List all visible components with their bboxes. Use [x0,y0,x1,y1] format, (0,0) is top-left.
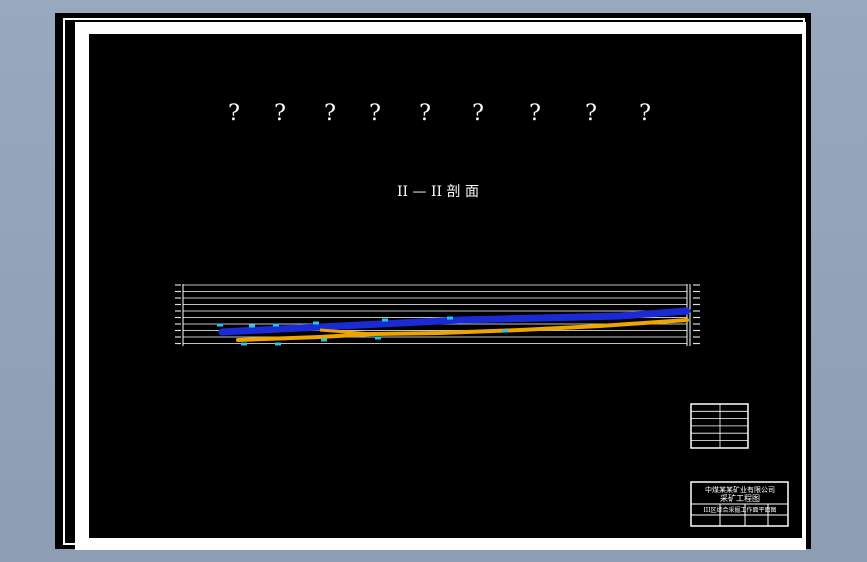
section-title: II — II 剖 面 [397,184,479,200]
title-placeholder: ? [228,101,240,126]
survey-marker [273,323,279,327]
survey-marker [321,338,327,342]
title-placeholder: ? [274,101,286,126]
survey-marker [382,318,388,322]
upper-seam-band [218,307,691,336]
cross-section-profile [175,284,700,346]
survey-marker [249,324,255,328]
title-placeholder: ? [472,101,484,126]
title-block-company: 中煤某某矿业有限公司 [705,485,775,494]
title-placeholder: ? [529,101,541,126]
survey-marker [447,316,453,320]
title-placeholder: ? [419,101,431,126]
title-placeholder: ? [369,101,381,126]
survey-marker [217,323,223,327]
title-block-subtitle: III区综合采掘工作面平面图 [703,506,776,514]
profile-left-ticks [175,284,181,345]
legend-table [690,403,749,449]
cad-drawing: ????????? II — II 剖 面 中煤某某矿业有限公司 采矿工程图 I… [175,101,789,527]
survey-marker [375,336,381,340]
title-block-drawing-name: 采矿工程图 [720,493,760,503]
survey-marker [313,321,319,325]
profile-right-ticks [693,284,700,345]
survey-marker [275,342,281,346]
survey-marker [502,329,508,333]
title-placeholder: ? [639,101,651,126]
title-placeholder: ? [585,101,597,126]
title-placeholder: ? [324,101,336,126]
title-placeholders: ????????? [228,101,651,126]
survey-marker [241,342,247,346]
title-block: 中煤某某矿业有限公司 采矿工程图 III区综合采掘工作面平面图 [690,481,789,527]
